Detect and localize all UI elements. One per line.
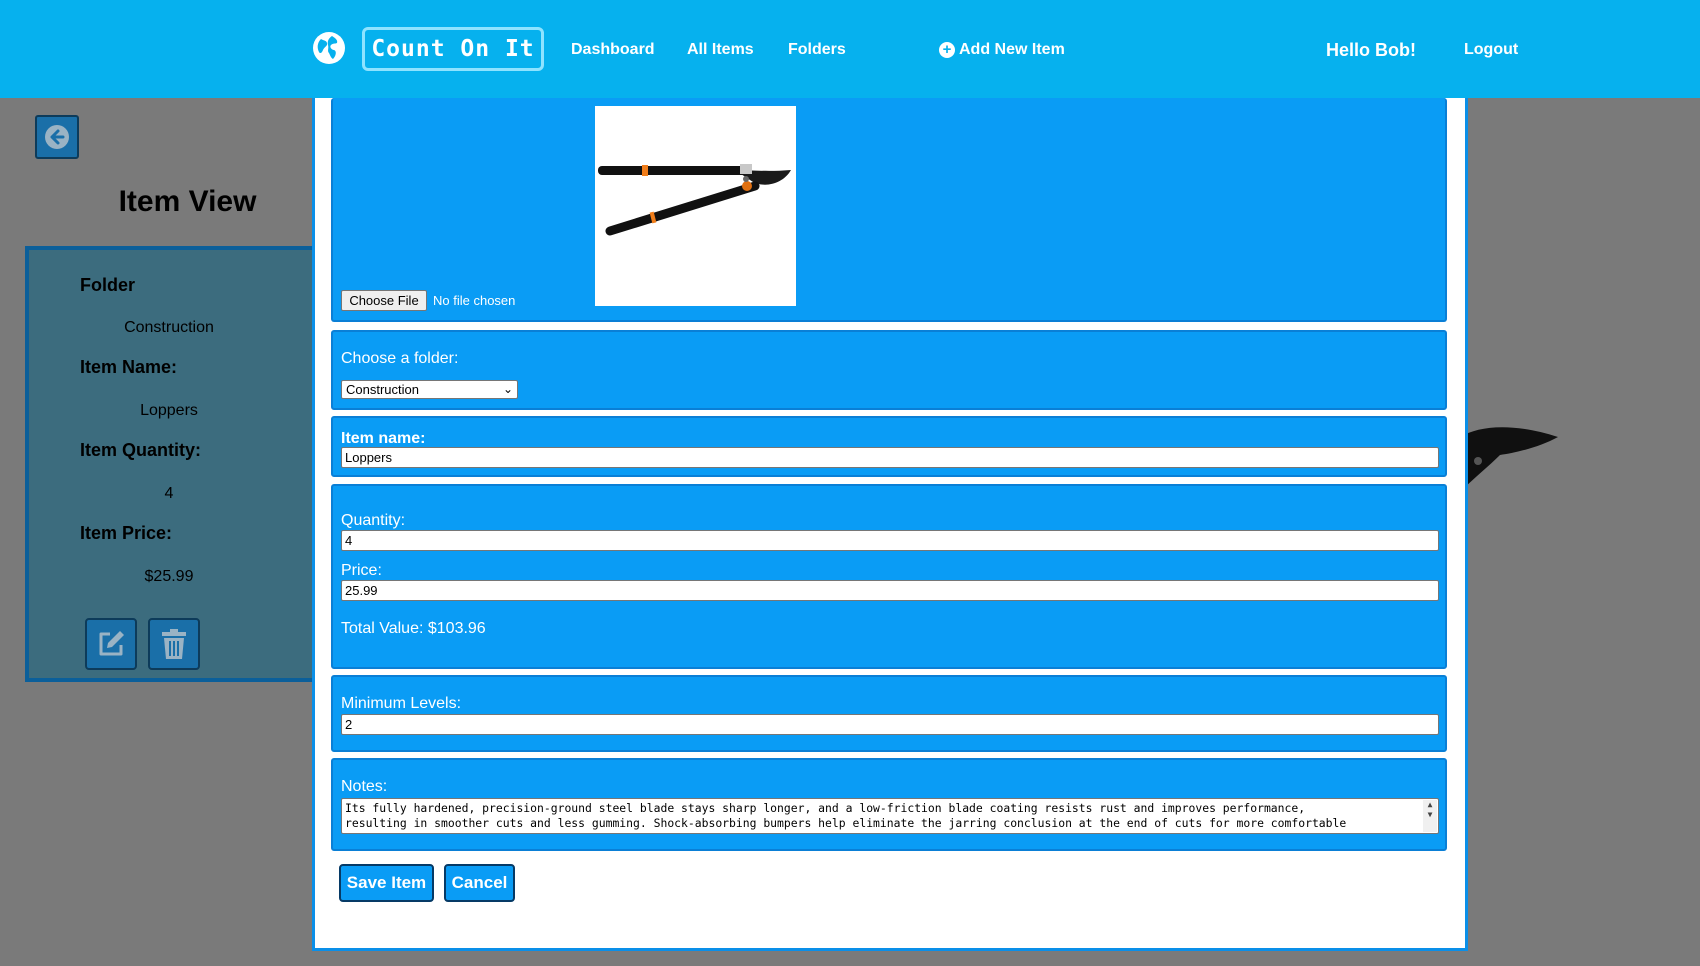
minimum-levels-input[interactable]	[341, 714, 1439, 735]
field-value-item-quantity: 4	[164, 485, 174, 502]
folder-label: Choose a folder:	[341, 350, 459, 367]
price-input[interactable]	[341, 580, 1439, 601]
back-button[interactable]	[35, 115, 79, 159]
notes-label: Notes:	[341, 778, 388, 795]
item-name-label: Item name:	[341, 430, 426, 447]
choose-file-button[interactable]: Choose File	[341, 290, 427, 311]
loppers-image	[598, 164, 791, 236]
image-upload-section: Choose File No file chosen	[331, 98, 1447, 322]
brand-logo[interactable]: Count On It	[362, 27, 544, 71]
add-new-item-label: Add New Item	[959, 41, 1065, 58]
file-status-text: No file chosen	[433, 293, 516, 308]
item-view-card: Folder Construction Item Name: Loppers I…	[25, 246, 325, 682]
logout-link[interactable]: Logout	[1464, 41, 1518, 59]
delete-button[interactable]	[148, 618, 200, 670]
notes-section: Notes: Its fully hardened, precision-gro…	[331, 758, 1447, 851]
save-item-button[interactable]: Save Item	[339, 864, 434, 902]
notes-line: Its fully hardened, precision-ground ste…	[345, 801, 1306, 815]
item-name-section: Item name:	[331, 416, 1447, 477]
edit-icon	[99, 631, 124, 656]
field-label-item-name: Item Name:	[80, 357, 178, 377]
notes-line: resulting in smoother cuts and less gumm…	[345, 816, 1347, 830]
field-label-folder: Folder	[80, 275, 136, 295]
plus-circle-icon: +	[939, 42, 955, 58]
notes-scrollbar[interactable]: ▲ ▼	[1423, 800, 1437, 832]
nav-link-dashboard[interactable]: Dashboard	[571, 41, 655, 59]
folder-select-value: Construction	[346, 382, 419, 397]
quantity-price-section: Quantity: Price: Total Value: $103.96	[331, 484, 1447, 669]
field-label-item-price: Item Price:	[80, 523, 173, 543]
globe-icon	[313, 32, 345, 64]
chevron-down-icon: ⌄	[502, 382, 513, 396]
folder-select[interactable]: Construction ⌄	[341, 380, 518, 399]
item-image-preview	[595, 106, 796, 306]
cancel-button[interactable]: Cancel	[444, 864, 515, 902]
user-greeting: Hello Bob!	[1326, 40, 1416, 60]
edit-button[interactable]	[85, 618, 137, 670]
field-value-item-price: $25.99	[144, 568, 194, 585]
top-navbar: Count On It Dashboard All Items Folders …	[0, 0, 1700, 98]
folder-section: Choose a folder: Construction ⌄	[331, 330, 1447, 410]
quantity-input[interactable]	[341, 530, 1439, 551]
background-loppers-blade	[1460, 427, 1558, 492]
notes-textarea[interactable]: Its fully hardened, precision-ground ste…	[341, 798, 1439, 834]
minimum-levels-section: Minimum Levels:	[331, 675, 1447, 752]
field-value-item-name: Loppers	[140, 402, 198, 419]
item-name-input[interactable]	[341, 447, 1439, 468]
nav-link-all-items[interactable]: All Items	[687, 41, 754, 59]
minimum-levels-label: Minimum Levels:	[341, 695, 462, 712]
edit-item-modal: Choose File No file chosen Choose a fold…	[312, 98, 1468, 951]
trash-icon	[162, 629, 186, 659]
field-value-folder: Construction	[124, 319, 214, 336]
add-new-item-link[interactable]: + Add New Item	[939, 41, 1065, 59]
price-label: Price:	[341, 562, 382, 579]
quantity-label: Quantity:	[341, 512, 406, 529]
field-label-item-quantity: Item Quantity:	[80, 440, 202, 460]
total-value-text: Total Value: $103.96	[341, 620, 486, 637]
arrow-left-circle-icon	[45, 125, 69, 149]
nav-link-folders[interactable]: Folders	[788, 41, 846, 59]
